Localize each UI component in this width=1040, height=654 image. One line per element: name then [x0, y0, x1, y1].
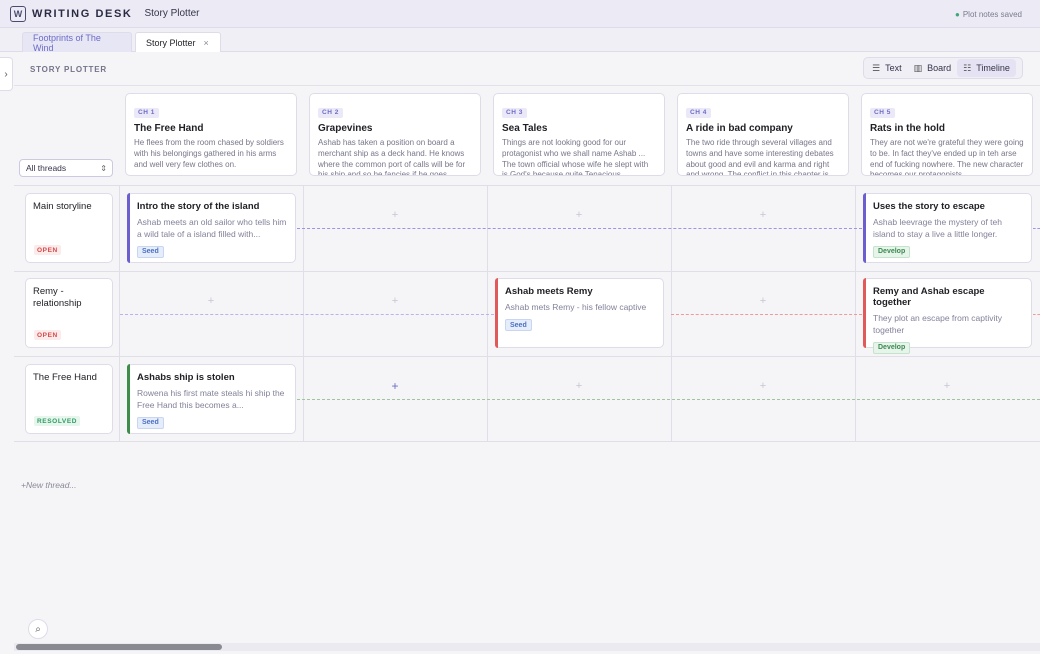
beat-title: Intro the story of the island [137, 201, 260, 212]
add-beat-button[interactable]: + [572, 379, 586, 393]
thread-filter-select[interactable]: All threads ⇕ [19, 159, 113, 177]
beat-tag: Develop [873, 341, 911, 354]
chapter-card[interactable]: CH 2 Grapevines Ashab has taken a positi… [309, 93, 481, 176]
beat-card[interactable]: Ashabs ship is stolen Rowena his first m… [127, 364, 296, 434]
thread-label[interactable]: Remy - relationship OPEN [25, 278, 113, 348]
beat-card[interactable]: Remy and Ashab escape together They plot… [863, 278, 1032, 354]
thread-label[interactable]: The Free Hand RESOLVED [25, 364, 113, 434]
thread-name: Main storyline [33, 201, 92, 212]
view-timeline-button[interactable]: ☷ Timeline [957, 59, 1016, 77]
beat-card[interactable]: Ashab meets Remy Ashab mets Remy - his f… [495, 278, 664, 348]
add-beat-button[interactable]: + [756, 379, 770, 393]
beat-title: Ashab meets Remy [505, 286, 593, 297]
chapter-card[interactable]: CH 5 Rats in the hold They are not we're… [861, 93, 1033, 176]
chapter-desc: Things are not looking good for our prot… [502, 138, 649, 176]
save-status: ● Plot notes saved [955, 10, 1022, 19]
beat-tag: Seed [137, 245, 164, 258]
chapter-title: Sea Tales [502, 123, 548, 134]
add-beat-button[interactable]: + [572, 208, 586, 222]
beat-card[interactable]: Uses the story to escape Ashab leevrage … [863, 193, 1032, 263]
sidebar-toggle-chevron-icon[interactable]: › [0, 57, 13, 91]
status-badge: RESOLVED [34, 416, 81, 426]
add-beat-button[interactable]: + [940, 379, 954, 393]
scrollbar-thumb[interactable] [16, 644, 222, 650]
tab-story-plotter[interactable]: Story Plotter × [135, 32, 221, 52]
thread-connector [671, 314, 862, 315]
add-beat-button[interactable]: + [756, 208, 770, 222]
grid-divider [14, 441, 1040, 442]
beat-desc: Ashab mets Remy - his fellow captive [505, 302, 647, 312]
thread-connector [1033, 314, 1040, 315]
view-switcher: ☰ Text ▥ Board ☷ Timeline [863, 57, 1023, 79]
chapter-badge: CH 1 [134, 107, 159, 118]
close-icon[interactable]: × [204, 38, 209, 48]
beat-desc: They plot an escape from captivity toget… [873, 313, 1002, 335]
chapter-card[interactable]: CH 3 Sea Tales Things are not looking go… [493, 93, 665, 176]
tab-bar: Footprints of The Wind Story Plotter × [0, 28, 1040, 53]
chapter-desc: The two ride through several villages an… [686, 138, 834, 176]
add-beat-button[interactable]: + [388, 294, 402, 308]
tab-footprints[interactable]: Footprints of The Wind [22, 32, 132, 53]
chapter-title: A ride in bad company [686, 123, 793, 134]
timeline-icon: ☷ [963, 62, 972, 73]
search-icon[interactable]: ⌕ [28, 619, 48, 639]
chapter-title: Grapevines [318, 123, 373, 134]
section-title: STORY PLOTTER [30, 65, 107, 74]
beat-desc: Ashab leevrage the mystery of teh island… [873, 217, 1002, 239]
grid-divider [14, 185, 1040, 186]
section-header: STORY PLOTTER ☰ Text ▥ Board ☷ Timeline [14, 52, 1040, 86]
view-text-button[interactable]: ☰ Text [866, 59, 908, 77]
saved-dot-icon: ● [955, 10, 960, 19]
beat-title: Uses the story to escape [873, 201, 985, 212]
beat-tag: Develop [873, 245, 911, 258]
chapter-desc: They are not we're grateful they were go… [870, 138, 1024, 176]
add-beat-button[interactable]: + [756, 294, 770, 308]
lines-icon: ☰ [872, 62, 881, 73]
add-beat-button[interactable]: + [388, 208, 402, 222]
beat-title: Ashabs ship is stolen [137, 372, 235, 383]
add-beat-button[interactable]: + [388, 379, 402, 393]
chapter-badge: CH 5 [870, 107, 895, 118]
new-thread-button[interactable]: +New thread... [21, 480, 77, 490]
thread-name: The Free Hand [33, 372, 97, 383]
add-beat-button[interactable]: + [204, 294, 218, 308]
thread-connector [297, 399, 1040, 400]
beat-card[interactable]: Intro the story of the island Ashab meet… [127, 193, 296, 263]
view-board-button[interactable]: ▥ Board [908, 59, 958, 77]
grid-divider [14, 356, 1040, 357]
status-badge: OPEN [34, 330, 61, 340]
chapter-desc: He flees from the room chased by soldier… [134, 138, 284, 169]
beat-tag: Seed [505, 319, 532, 331]
thread-connector [1033, 228, 1040, 229]
beat-desc: Rowena his first mate steals hi ship the… [137, 388, 285, 410]
logo-icon: W [10, 5, 26, 22]
chapter-badge: CH 2 [318, 107, 343, 118]
app-header: W WRITING DESK Story Plotter ● Plot notes… [0, 0, 1040, 28]
thread-connector [297, 228, 862, 229]
beat-desc: Ashab meets an old sailor who tells him … [137, 217, 287, 239]
grid-divider [14, 271, 1040, 272]
board-icon: ▥ [913, 62, 923, 73]
status-badge: OPEN [34, 245, 61, 255]
brand-name: WRITING DESK [32, 7, 133, 20]
beat-title: Remy and Ashab escape together [873, 286, 985, 308]
chapter-title: Rats in the hold [870, 123, 945, 134]
thread-label[interactable]: Main storyline OPEN [25, 193, 113, 263]
chapter-badge: CH 3 [502, 107, 527, 118]
app-title: Story Plotter [144, 8, 200, 19]
chapter-title: The Free Hand [134, 123, 204, 134]
thread-connector [120, 314, 494, 315]
chevron-updown-icon: ⇕ [100, 163, 107, 173]
chapter-card[interactable]: CH 4 A ride in bad company The two ride … [677, 93, 849, 176]
chapter-card[interactable]: CH 1 The Free Hand He flees from the roo… [125, 93, 297, 176]
chapter-badge: CH 4 [686, 107, 711, 118]
chapter-desc: Ashab has taken a position on board a me… [318, 138, 466, 176]
beat-tag: Seed [137, 416, 164, 429]
thread-name: Remy - relationship [33, 286, 82, 309]
